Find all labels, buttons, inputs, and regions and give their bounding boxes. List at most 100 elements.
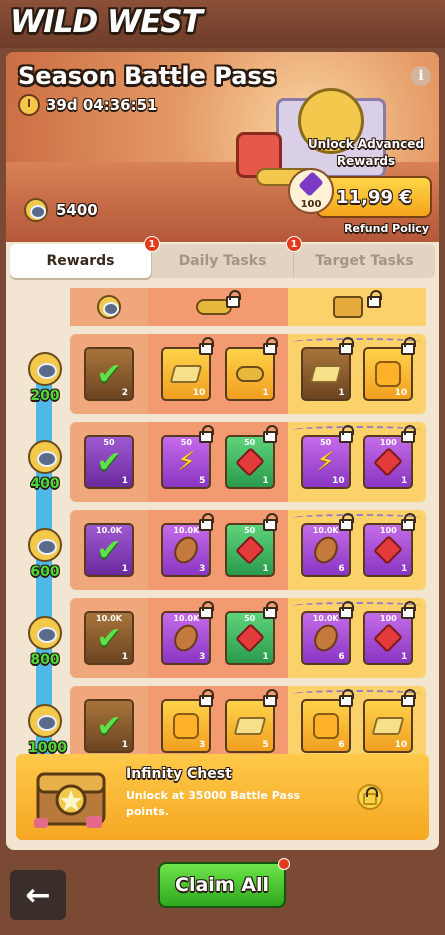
reward-card[interactable]: 50 ⚡ 5: [161, 425, 215, 489]
claimed-reward-card[interactable]: ✔ 1: [84, 699, 134, 753]
reward-card[interactable]: 50 1: [224, 513, 278, 577]
reward-card[interactable]: 5: [224, 689, 278, 753]
battle-pass-token-icon: [28, 616, 62, 650]
back-button[interactable]: ←: [10, 870, 66, 920]
free-reward-cell: 10.0K 3 50 1: [148, 510, 288, 590]
coins-icon: [235, 366, 264, 382]
premium-reward-cell: 10.0K 6 100 1: [288, 598, 426, 678]
infinity-chest-banner[interactable]: Infinity Chest Unlock at 35000 Battle Pa…: [16, 754, 429, 840]
bean-icon: [169, 532, 203, 568]
track-header: [70, 288, 426, 326]
lock-icon: [338, 337, 354, 355]
level-points-label: 400: [30, 476, 60, 492]
free-reward-cell: 35: [148, 686, 288, 754]
reward-card[interactable]: 10: [161, 337, 215, 401]
level-marker: 200: [28, 352, 62, 404]
battle-pass-token-icon: [28, 440, 62, 474]
reward-amount: 10.0K: [96, 614, 122, 623]
reward-row: ✔ 1 3 5 6 10: [70, 686, 426, 754]
reward-card[interactable]: 10: [363, 689, 417, 753]
battle-pass-panel: Season Battle Pass 39d 04:36:51 i Unlock…: [6, 52, 439, 850]
gem-icon: [234, 535, 265, 565]
level-points-label: 1000: [28, 740, 67, 754]
reward-row: 50 ✔ 1 50 ⚡ 5 50 1 50 ⚡ 10 100 1: [70, 422, 426, 502]
reward-card[interactable]: 100 1: [363, 601, 417, 665]
gem-icon: [373, 623, 404, 653]
battle-pass-token-icon: [97, 295, 121, 319]
chest-icon: [333, 296, 363, 318]
level-marker: 1000: [28, 704, 67, 754]
season-banner: Season Battle Pass 39d 04:36:51 i Unlock…: [6, 52, 439, 242]
level-points-label: 800: [30, 652, 60, 668]
checkmark-icon: ✔: [96, 356, 122, 392]
tab-daily-tasks[interactable]: 1 Daily Tasks: [144, 236, 294, 278]
notification-badge: 1: [144, 236, 160, 252]
points-reward-cell: ✔ 1: [70, 686, 148, 754]
lock-icon: [199, 425, 215, 443]
infinity-chest-description: Unlock at 35000 Battle Pass points.: [126, 789, 301, 818]
bean-icon: [169, 620, 203, 656]
season-timer: 39d 04:36:51: [18, 94, 157, 116]
reward-card[interactable]: 10.0K 3: [161, 601, 215, 665]
reward-track[interactable]: 200 400 600 800 1000 ✔ 2 10 1 1 10 50 ✔ 1 50 ⚡ 5 50 1 50 ⚡ 1…: [6, 284, 439, 754]
reward-quantity: 1: [121, 564, 128, 574]
lock-icon: [401, 337, 417, 355]
points-reward-cell: 10.0K ✔ 1: [70, 598, 148, 678]
level-points-label: 200: [30, 388, 60, 404]
lock-icon: [401, 689, 417, 707]
claimed-reward-card[interactable]: ✔ 2: [84, 347, 134, 401]
claim-all-button[interactable]: Claim All: [158, 858, 290, 908]
tab-label: Target Tasks: [315, 253, 414, 269]
reward-card[interactable]: 100 1: [363, 513, 417, 577]
reward-card[interactable]: 100 1: [363, 425, 417, 489]
reward-card[interactable]: 10.0K 6: [300, 601, 354, 665]
refund-policy-link[interactable]: Refund Policy: [344, 222, 429, 235]
reward-card[interactable]: 50 1: [224, 425, 278, 489]
header-free-column: [148, 288, 288, 326]
gem-icon: [234, 623, 265, 653]
reward-quantity: 3: [199, 564, 206, 574]
tab-target-tasks[interactable]: 1 Target Tasks: [286, 236, 435, 278]
bean-icon: [309, 620, 343, 656]
lock-icon: [262, 337, 278, 355]
reward-quantity: 10: [332, 476, 345, 486]
lock-icon: [262, 513, 278, 531]
reward-card[interactable]: 6: [300, 689, 354, 753]
claimed-reward-card[interactable]: 10.0K ✔ 1: [84, 523, 134, 577]
reward-card[interactable]: 1: [300, 337, 354, 401]
checkmark-icon: ✔: [96, 532, 122, 568]
lock-icon: [199, 337, 215, 355]
gem-icon: [298, 171, 324, 197]
gold-bar-icon: [169, 365, 203, 383]
reward-card[interactable]: 1: [224, 337, 278, 401]
gem-count: 100: [300, 199, 322, 210]
reward-card[interactable]: 50 1: [224, 601, 278, 665]
info-icon[interactable]: i: [411, 66, 431, 86]
lock-glyph: [363, 787, 378, 805]
reward-card[interactable]: 10.0K 6: [300, 513, 354, 577]
tab-rewards[interactable]: Rewards: [10, 244, 152, 278]
claimed-reward-card[interactable]: 10.0K ✔ 1: [84, 611, 134, 665]
infinity-chest-title: Infinity Chest: [126, 766, 232, 782]
unlock-advanced-text: Unlock Advanced Rewards: [307, 137, 425, 168]
reward-quantity: 5: [262, 740, 269, 750]
lock-icon: [401, 513, 417, 531]
reward-card[interactable]: 50 ⚡ 10: [300, 425, 354, 489]
checkmark-icon: ✔: [96, 708, 122, 744]
reward-card[interactable]: 10: [363, 337, 417, 401]
level-marker: 800: [28, 616, 62, 668]
reward-card[interactable]: 10.0K 3: [161, 513, 215, 577]
free-reward-cell: 50 ⚡ 5 50 1: [148, 422, 288, 502]
claimed-reward-card[interactable]: 50 ✔ 1: [84, 435, 134, 489]
arrow-left-icon: ←: [25, 877, 51, 913]
bottom-bar: ← Claim All: [0, 856, 445, 935]
lock-icon: [338, 689, 354, 707]
tab-label: Rewards: [46, 253, 115, 269]
reward-card[interactable]: 3: [161, 689, 215, 753]
header-premium-column: [288, 288, 426, 326]
reward-quantity: 1: [121, 740, 128, 750]
gold-bar-icon: [233, 717, 267, 735]
gem-bonus-badge: 100: [288, 168, 334, 214]
purchase-button[interactable]: 11,99 €: [316, 176, 432, 218]
puzzle-icon: [312, 713, 339, 739]
